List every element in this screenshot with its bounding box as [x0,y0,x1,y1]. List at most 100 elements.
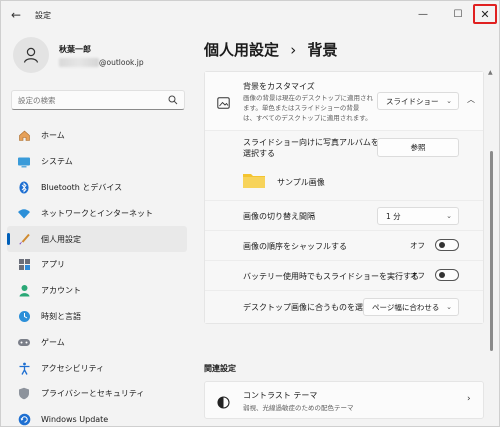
sidebar-item-label: アプリ [41,260,65,270]
customize-background-description: 画像の背景は現在のデスクトップに適用され ます。単色またはスライドショーの背景 … [243,93,383,123]
sidebar-item-label: ゲーム [41,337,65,347]
change-interval-row: 画像の切り替え間隔 1 分 ⌄ [205,201,483,231]
sidebar-item-home[interactable]: ホーム [7,123,187,149]
sidebar-item-network[interactable]: ネットワークとインターネット [7,200,187,226]
chevron-down-icon: ⌄ [446,212,452,220]
scrollbar[interactable] [490,151,493,351]
avatar[interactable] [13,37,49,73]
toggle-knob [439,272,445,278]
background-settings-card: 背景をカスタマイズ 画像の背景は現在のデスクトップに適用され ます。単色またはス… [204,71,484,324]
sidebar-item-windows-update[interactable]: Windows Update [7,407,187,427]
background-type-value: スライドショー [386,96,439,106]
sidebar-item-accessibility[interactable]: アクセシビリティ [7,355,187,381]
battery-state: オフ [410,270,425,280]
sidebar-item-label: ネットワークとインターネット [41,208,153,218]
shuffle-state: オフ [410,240,425,250]
sidebar-item-accounts[interactable]: アカウント [7,278,187,304]
battery-slideshow-row: バッテリー使用時でもスライドショーを実行する オフ [205,261,483,291]
choose-album-label: スライドショー向けに写真アルバムを 選択する [243,137,379,159]
sidebar-item-label: システム [41,157,73,167]
sidebar-item-label: アクセシビリティ [41,363,105,373]
search-input[interactable] [18,94,158,107]
breadcrumb-separator: › [290,41,297,59]
sidebar-item-label: ホーム [41,131,65,141]
sidebar-item-apps[interactable]: アプリ [7,252,187,278]
system-icon [17,155,31,169]
toggle-knob [439,242,445,248]
customize-background-title: 背景をカスタマイズ [243,82,315,91]
description-line: ます。単色またはスライドショーの背景 [243,104,360,112]
accessibility-icon [17,361,31,375]
sidebar-nav: ホーム システム Bluetooth とデバイス ネットワークとインターネット … [7,123,187,427]
breadcrumb: 個人用設定 › 背景 [204,39,338,60]
contrast-theme-title: コントラスト テーマ [243,391,318,400]
search-box[interactable] [11,90,185,110]
picture-icon [217,94,230,113]
battery-slideshow-label: バッテリー使用時でもスライドショーを実行する [243,272,419,281]
profile-name: 秋葉一郎 [59,45,91,54]
battery-toggle[interactable] [435,269,459,281]
choose-album-row: スライドショー向けに写真アルバムを 選択する 参照 サンプル画像 [205,131,483,201]
home-icon [17,129,31,143]
minimize-button[interactable]: — [411,4,435,24]
chevron-up-icon[interactable]: ︿ [467,94,475,105]
fit-dropdown[interactable]: ページ幅に合わせる ⌄ [363,298,459,316]
label-line: 選択する [243,149,275,158]
update-icon [17,413,31,427]
shuffle-toggle-group: オフ [410,239,459,251]
back-button[interactable]: ← [11,8,21,22]
description-line: は、すべてのデスクトップに適用されます。 [243,114,372,122]
apps-icon [17,258,31,272]
shuffle-row: 画像の順序をシャッフルする オフ [205,231,483,261]
breadcrumb-parent[interactable]: 個人用設定 [204,41,279,59]
brush-icon [17,232,31,246]
chevron-down-icon: ⌄ [446,97,452,105]
background-type-dropdown[interactable]: スライドショー ⌄ [377,92,459,110]
settings-card: 背景をカスタマイズ 画像の背景は現在のデスクトップに適用され ます。単色またはス… [204,71,484,324]
shuffle-label: 画像の順序をシャッフルする [243,242,347,251]
app-title: 設定 [35,11,51,20]
customize-background-row[interactable]: 背景をカスタマイズ 画像の背景は現在のデスクトップに適用され ます。単色またはス… [205,72,483,131]
wifi-icon [17,206,31,220]
battery-toggle-group: オフ [410,269,459,281]
maximize-button[interactable]: ☐ [446,4,470,24]
sidebar-item-privacy[interactable]: プライバシーとセキュリティ [7,381,187,407]
chevron-down-icon: ⌄ [446,303,452,311]
search-icon[interactable] [168,95,178,105]
globe-icon [17,309,31,323]
interval-value: 1 分 [386,211,401,221]
fit-row: デスクトップ画像に合うものを選択 ページ幅に合わせる ⌄ [205,291,483,323]
sidebar-item-bluetooth[interactable]: Bluetooth とデバイス [7,175,187,201]
sidebar-item-label: プライバシーとセキュリティ [41,389,145,399]
album-folder-name[interactable]: サンプル画像 [277,177,325,188]
related-settings-heading: 関連設定 [204,364,236,373]
sidebar-item-label: 時刻と言語 [41,311,81,321]
sidebar-item-gaming[interactable]: ゲーム [7,329,187,355]
contrast-theme-description: 弱視、光線過敏症のための配色テーマ [243,404,354,412]
sidebar-item-system[interactable]: システム [7,149,187,175]
change-interval-label: 画像の切り替え間隔 [243,212,315,221]
page-title: 背景 [307,41,338,59]
email-redaction [59,58,99,67]
sidebar-item-time-language[interactable]: 時刻と言語 [7,304,187,330]
bluetooth-icon [17,180,31,194]
settings-window: ← 設定 — ☐ ✕ 秋葉一郎 @outlook.jp ホーム [0,0,500,427]
sidebar-item-label: アカウント [41,286,81,296]
sidebar-item-label: Windows Update [41,415,109,425]
folder-icon [242,171,266,193]
scroll-up-arrow-icon[interactable]: ▲ [488,69,493,76]
interval-dropdown[interactable]: 1 分 ⌄ [377,207,459,225]
fit-value: ページ幅に合わせる [372,302,440,312]
profile-email: @outlook.jp [99,58,144,67]
contrast-theme-link[interactable]: コントラスト テーマ 弱視、光線過敏症のための配色テーマ › [204,381,484,419]
contrast-icon [217,394,230,413]
close-button[interactable]: ✕ [473,4,497,24]
description-line: 画像の背景は現在のデスクトップに適用され [243,94,373,102]
account-icon [17,284,31,298]
shuffle-toggle[interactable] [435,239,459,251]
title-bar: ← 設定 — ☐ ✕ [1,1,499,31]
sidebar-item-personalization[interactable]: 個人用設定 [7,226,187,252]
sidebar-item-label: 個人用設定 [41,234,81,244]
chevron-right-icon: › [467,394,471,404]
browse-button[interactable]: 参照 [377,138,459,157]
